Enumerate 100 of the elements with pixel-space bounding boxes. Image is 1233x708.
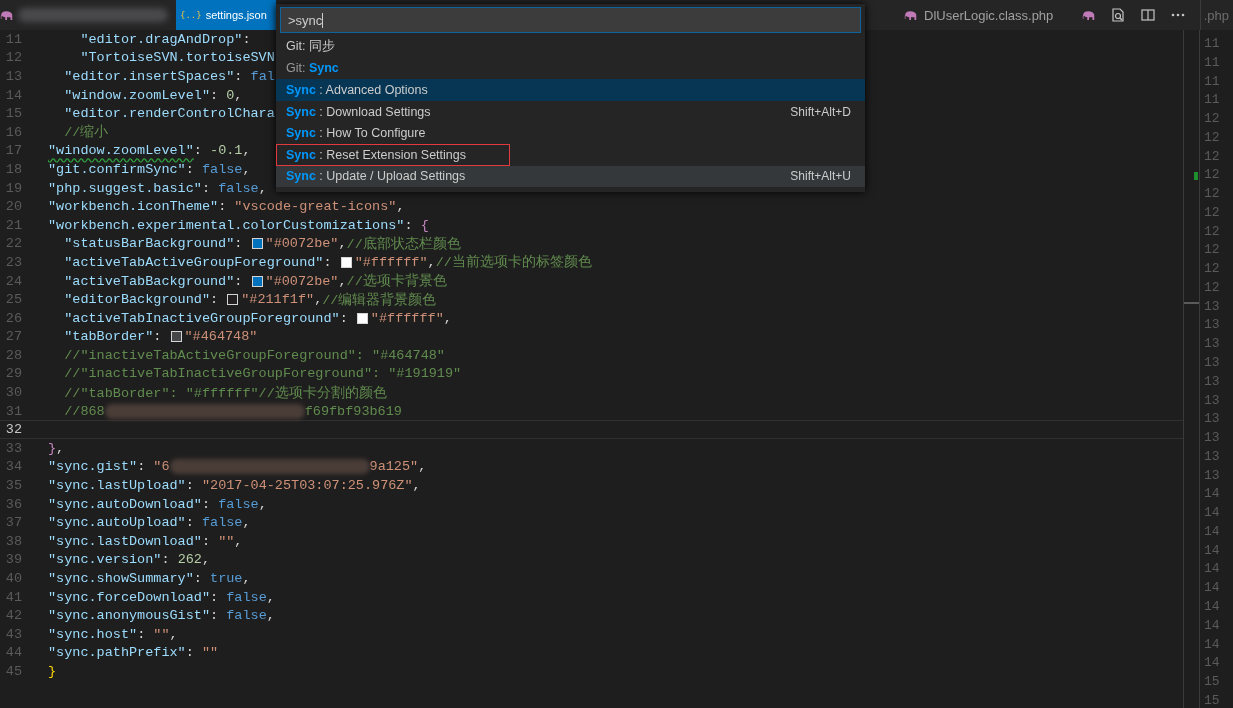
punctuation: : xyxy=(210,87,220,103)
color-swatch[interactable] xyxy=(170,331,182,343)
json-key: "activeTabBackground" xyxy=(64,273,235,289)
punctuation: , xyxy=(427,254,436,270)
keybinding: Shift+Alt+U xyxy=(790,169,851,184)
json-key: "editor.insertSpaces" xyxy=(64,69,235,84)
line-number: 31 xyxy=(4,403,22,419)
code-comment: //"inactiveTabActiveGroupForeground": "#464748" xyxy=(64,347,445,363)
json-key: "sync.anonymousGist" xyxy=(48,608,211,624)
braces-icon: {..} xyxy=(180,10,202,20)
json-key: "workbench.experimental.colorCustomizations" xyxy=(48,217,405,233)
line-number: 11 xyxy=(4,31,22,47)
string-value: "#0072be" xyxy=(265,273,339,289)
code-comment: f69fbf93b619 xyxy=(304,403,402,419)
json-key: "sync.pathPrefix" xyxy=(48,645,186,661)
punctuation: , xyxy=(314,292,323,308)
punctuation: , xyxy=(258,496,267,512)
punctuation: : xyxy=(404,217,414,233)
line-number: 36 xyxy=(4,496,22,512)
string-value: "6 xyxy=(153,459,170,475)
color-swatch[interactable] xyxy=(356,312,368,324)
line-number: 13 xyxy=(1203,467,1221,485)
json-key: "window.zoomLevel" xyxy=(48,143,194,159)
code-comment: //选项卡背景色 xyxy=(346,272,447,290)
string-value: "#0072be" xyxy=(265,236,339,252)
line-number: 38 xyxy=(4,533,22,549)
line-number: 24 xyxy=(4,273,22,289)
string-value: "" xyxy=(201,645,219,661)
punctuation: : xyxy=(210,589,220,605)
line-number: 30 xyxy=(4,385,22,401)
punctuation: , xyxy=(443,310,452,326)
json-key: "sync.lastDownload" xyxy=(48,533,202,549)
line-number: 12 xyxy=(1203,111,1221,129)
string-value: "vscode-great-icons" xyxy=(234,199,397,215)
boolean-value: true xyxy=(210,571,243,586)
punctuation: : xyxy=(185,161,195,177)
line-number: 14 xyxy=(1203,542,1221,560)
punctuation: : xyxy=(153,329,163,345)
color-swatch[interactable] xyxy=(340,256,352,268)
punctuation: , xyxy=(242,571,251,586)
code-comment: //"tabBorder": "#ffffff"//选项卡分割的颜色 xyxy=(64,384,387,402)
line-number: 27 xyxy=(4,329,22,345)
code-comment: //编辑器背景颜色 xyxy=(322,291,437,309)
command-item[interactable]: Sync : Update / Upload Settings Shift+Alt+U xyxy=(276,165,865,188)
line-number: 11 xyxy=(1203,54,1221,72)
command-item[interactable]: Sync : Reset Extension Settings xyxy=(276,143,510,166)
line-number: 14 xyxy=(1203,486,1221,504)
json-key: "git.confirmSync" xyxy=(48,161,186,177)
line-number: 13 xyxy=(4,69,22,84)
command-item[interactable]: Sync : Advanced Options xyxy=(276,79,865,101)
line-number: 12 xyxy=(1203,204,1221,222)
command-input[interactable]: >sync xyxy=(280,7,861,33)
editor-tab[interactable]: DlUserLogic.class.php xyxy=(888,0,1068,30)
elephant-icon[interactable] xyxy=(1082,9,1096,21)
json-key: "window.zoomLevel" xyxy=(64,87,210,103)
scrollbar[interactable] xyxy=(1183,30,1200,708)
json-key: "sync.host" xyxy=(48,626,138,642)
string-value: "" xyxy=(218,533,235,549)
line-number: 39 xyxy=(4,552,22,568)
line-number: 11 xyxy=(1203,92,1221,110)
number-value: -0.1 xyxy=(210,143,243,159)
brace: { xyxy=(420,217,429,233)
punctuation: , xyxy=(242,515,251,531)
punctuation: , xyxy=(396,199,405,215)
line-number: 25 xyxy=(4,292,22,308)
color-swatch[interactable] xyxy=(251,238,263,250)
line-number: 12 xyxy=(1203,186,1221,204)
editor-tab[interactable]: {..} settings.json xyxy=(176,0,276,30)
line-number: 12 xyxy=(1203,148,1221,166)
line-number: 12 xyxy=(1203,129,1221,147)
string-value: "2017-04-25T03:07:25.976Z" xyxy=(201,478,413,494)
line-number: 13 xyxy=(1203,448,1221,466)
command-item[interactable]: Git: Sync xyxy=(276,57,865,80)
line-number: 12 xyxy=(1203,261,1221,279)
command-item[interactable]: Git: 同步 xyxy=(276,36,865,58)
line-number: 17 xyxy=(4,143,22,159)
command-item[interactable]: Sync : Download Settings Shift+Alt+D xyxy=(276,100,865,123)
line-number: 22 xyxy=(4,236,22,252)
split-editor-icon[interactable] xyxy=(1140,7,1156,23)
punctuation: , xyxy=(412,478,421,494)
punctuation: : xyxy=(210,292,220,308)
color-swatch[interactable] xyxy=(227,294,239,306)
punctuation: , xyxy=(169,626,178,642)
boolean-value: false xyxy=(226,589,267,605)
line-number: 14 xyxy=(1203,561,1221,579)
brace: } xyxy=(48,664,57,679)
line-number: 26 xyxy=(4,310,22,326)
color-swatch[interactable] xyxy=(251,275,263,287)
line-number: 14 xyxy=(1203,580,1221,598)
punctuation: : xyxy=(193,143,203,159)
line-number: 21 xyxy=(4,217,22,233)
boolean-value: fal xyxy=(250,69,275,84)
punctuation: : xyxy=(185,515,195,531)
line-number: 35 xyxy=(4,478,22,494)
magnifier-page-icon[interactable] xyxy=(1110,7,1126,23)
command-item[interactable]: Sync : How To Configure xyxy=(276,122,865,144)
punctuation: : xyxy=(234,69,244,84)
line-number: 32 xyxy=(4,422,22,438)
json-key: "tabBorder" xyxy=(64,329,154,345)
json-key: "TortoiseSVN.tortoiseSVN xyxy=(80,50,275,66)
